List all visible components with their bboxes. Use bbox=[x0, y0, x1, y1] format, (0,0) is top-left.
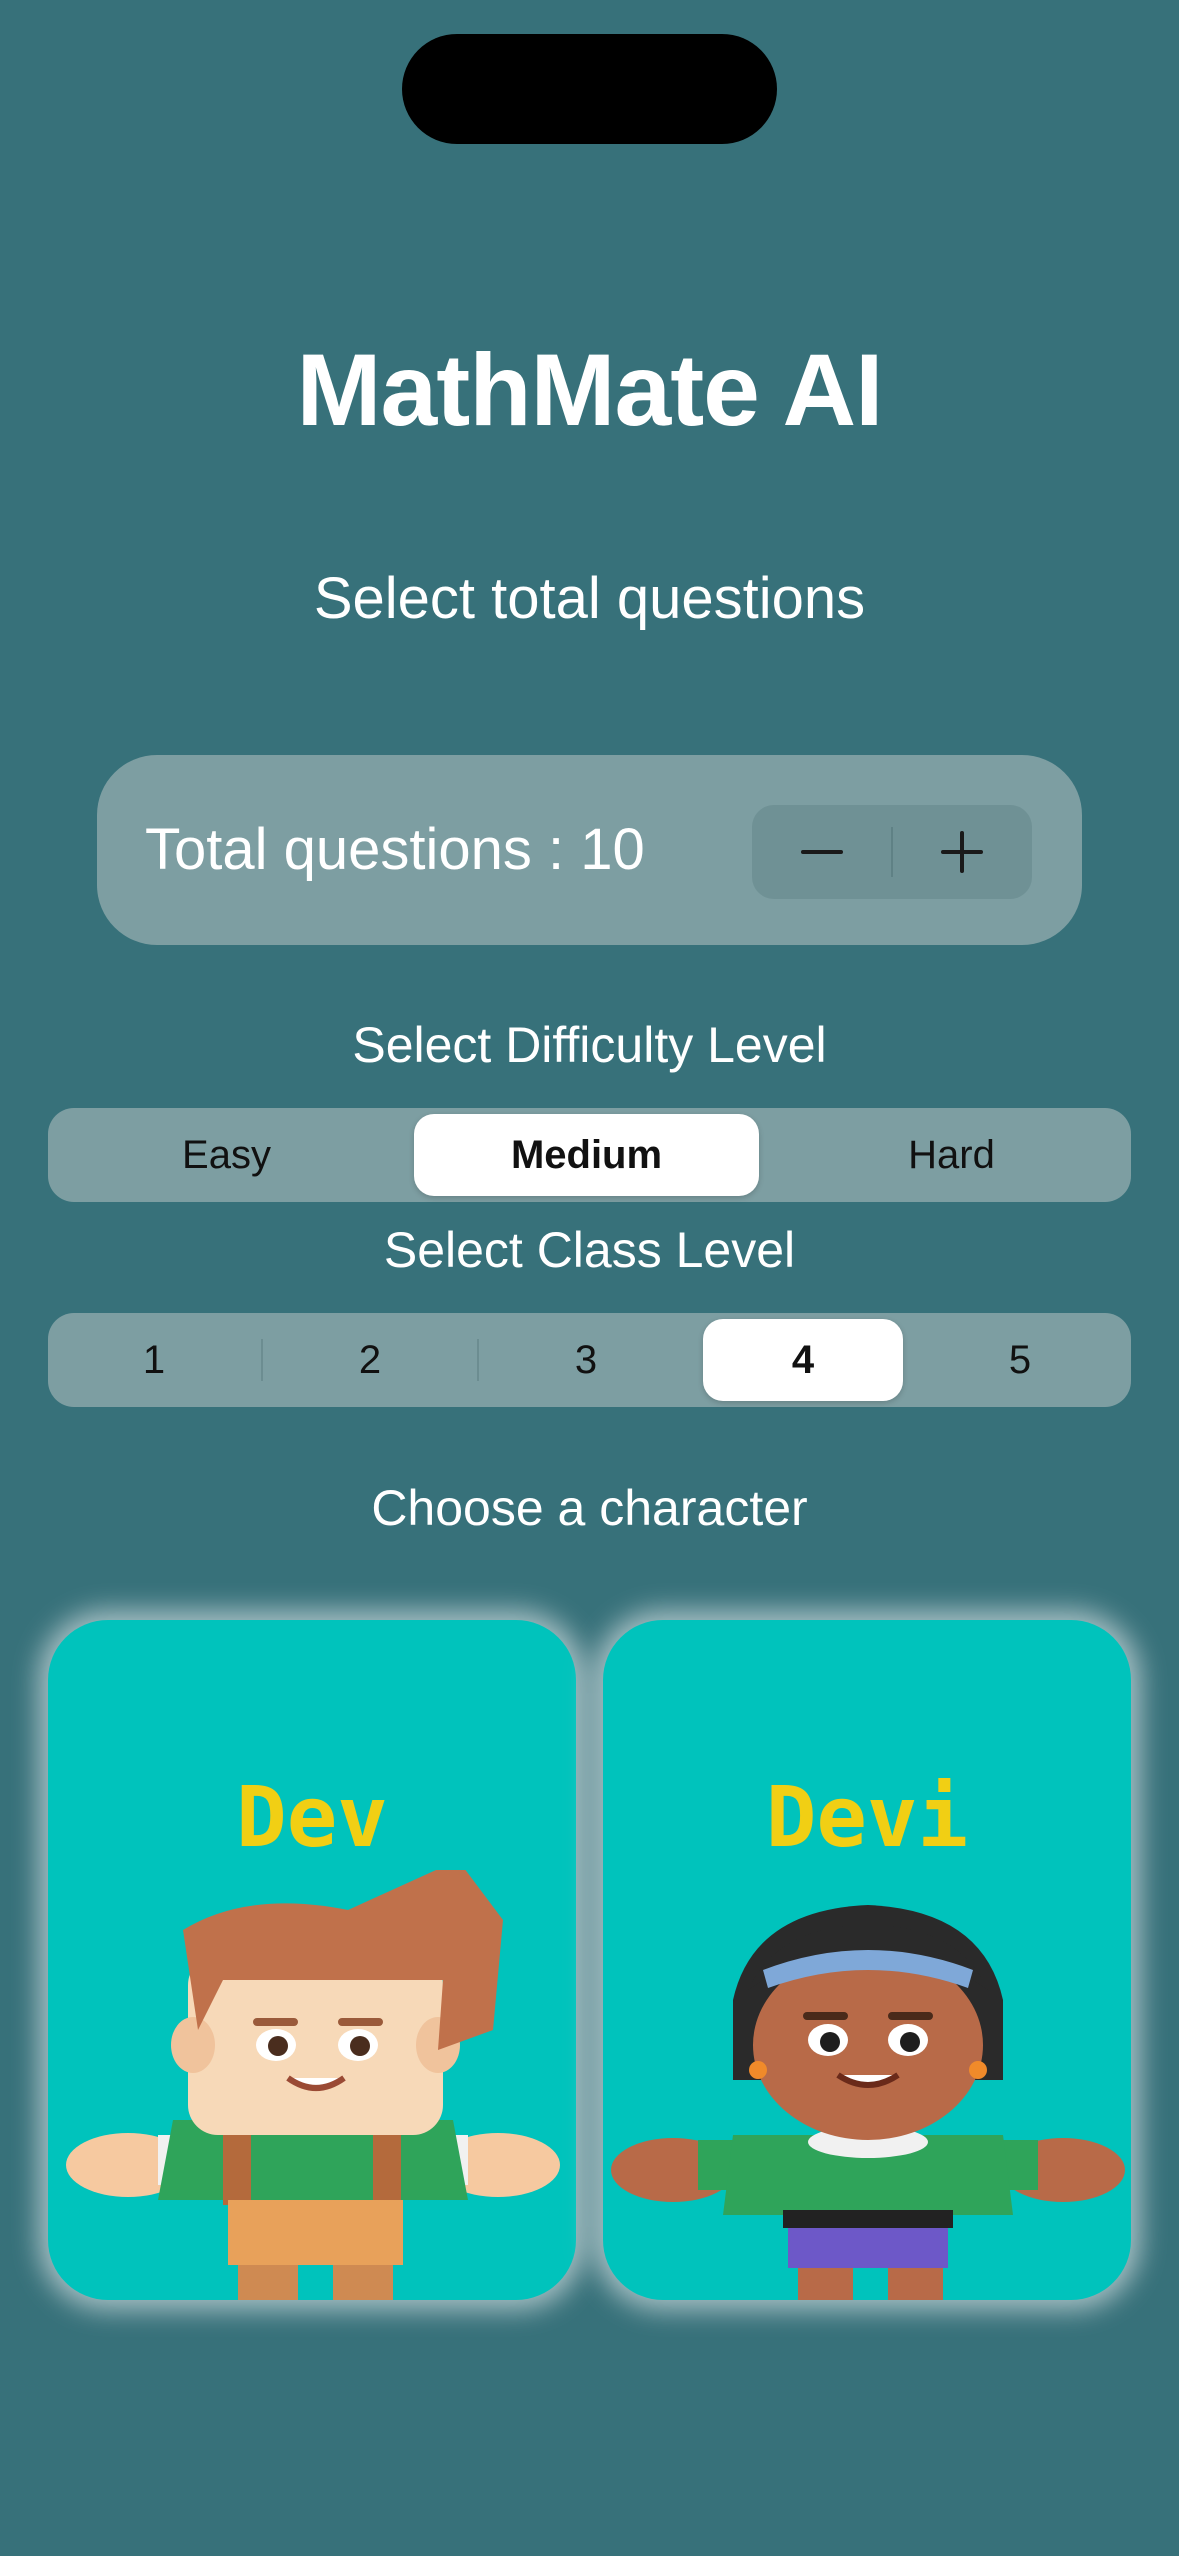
class-option-1[interactable]: 1 bbox=[54, 1319, 254, 1401]
character-name: Dev bbox=[236, 1768, 388, 1866]
class-level-segmented-control: 1 2 3 4 5 bbox=[48, 1313, 1131, 1407]
character-card-dev[interactable]: Dev bbox=[48, 1620, 576, 2300]
difficulty-segmented-control: Easy Medium Hard bbox=[48, 1108, 1131, 1202]
difficulty-heading: Select Difficulty Level bbox=[352, 1017, 827, 1073]
difficulty-option-medium[interactable]: Medium bbox=[414, 1114, 759, 1196]
increment-button[interactable] bbox=[892, 805, 1032, 899]
decrement-button[interactable] bbox=[752, 805, 892, 899]
total-questions-label: Total questions : 10 bbox=[145, 817, 645, 882]
boy-character-image bbox=[66, 1870, 560, 2300]
character-card-devi[interactable]: Devi bbox=[603, 1620, 1131, 2300]
total-questions-card: Total questions : 10 bbox=[97, 755, 1082, 945]
class-option-4[interactable]: 4 bbox=[703, 1319, 903, 1401]
character-heading: Choose a character bbox=[371, 1480, 808, 1536]
character-name: Devi bbox=[765, 1768, 969, 1866]
girl-character-image bbox=[611, 1905, 1125, 2300]
dynamic-island bbox=[402, 34, 777, 144]
difficulty-option-hard[interactable]: Hard bbox=[779, 1114, 1124, 1196]
questions-stepper bbox=[752, 805, 1032, 899]
segment-divider bbox=[261, 1339, 263, 1381]
class-option-3[interactable]: 3 bbox=[486, 1319, 686, 1401]
minus-icon bbox=[801, 850, 843, 854]
class-option-5[interactable]: 5 bbox=[920, 1319, 1120, 1401]
difficulty-option-easy[interactable]: Easy bbox=[54, 1114, 399, 1196]
class-option-2[interactable]: 2 bbox=[270, 1319, 470, 1401]
app-title: MathMate AI bbox=[296, 333, 884, 447]
segment-divider bbox=[477, 1339, 479, 1381]
class-level-heading: Select Class Level bbox=[383, 1222, 796, 1278]
total-questions-heading: Select total questions bbox=[313, 566, 866, 631]
plus-icon bbox=[941, 831, 983, 873]
